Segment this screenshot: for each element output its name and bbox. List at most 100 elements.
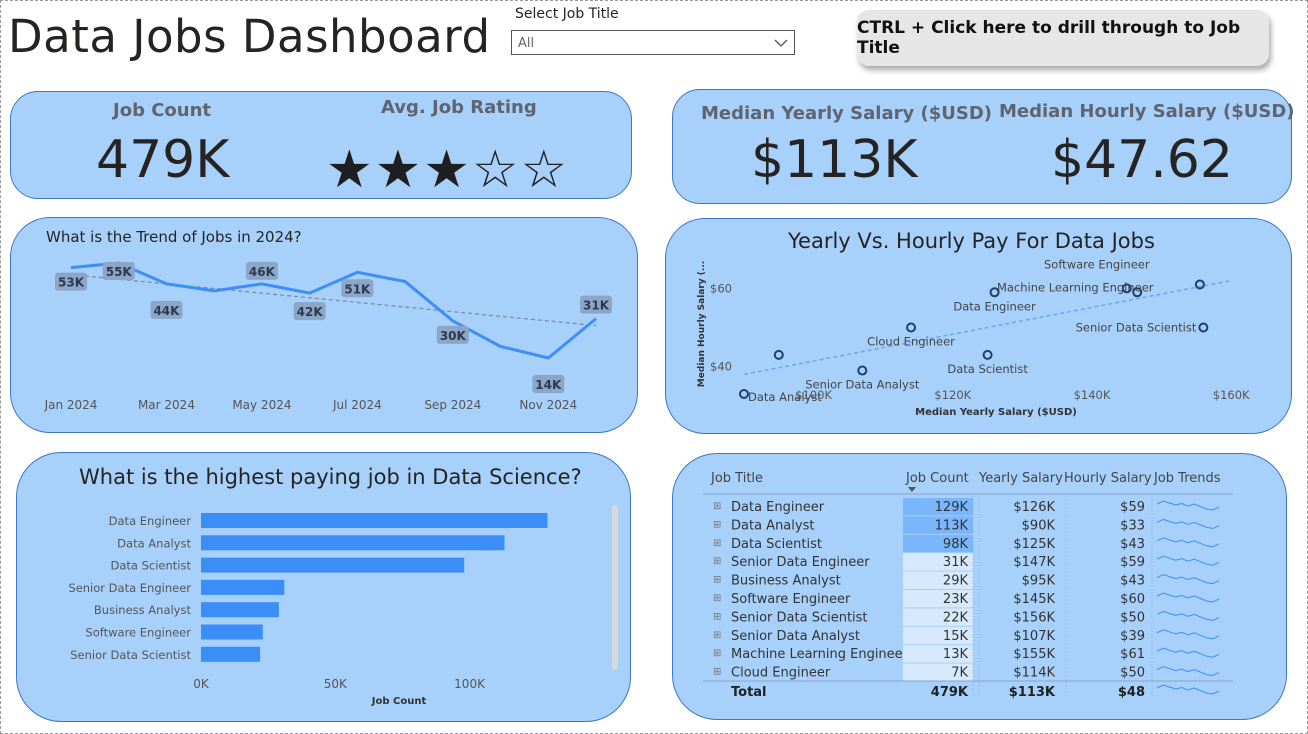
table-row: ⊞ Senior Data Scientist 22K $156K $50 xyxy=(713,608,1220,626)
filled-star-icon: ★ xyxy=(374,140,424,200)
table-row: ⊞ Data Engineer 129K $126K $59 xyxy=(713,498,1220,516)
table-cell-job-title: Data Analyst xyxy=(731,518,814,533)
expand-row-icon: ⊞ xyxy=(713,593,721,604)
table-cell-yearly-salary: $90K xyxy=(1022,518,1056,533)
data-label-text: 46K xyxy=(249,265,276,279)
bar-x-tick: 50K xyxy=(324,677,348,691)
data-label-text: 42K xyxy=(297,305,324,319)
table-cell-hourly-salary: $59 xyxy=(1120,555,1145,570)
table-cell-job-count: 13K xyxy=(943,647,969,662)
table-cell-yearly-salary: $107K xyxy=(1013,629,1055,644)
scatter-y-tick: $40 xyxy=(710,360,732,374)
table-cell-job-title: Software Engineer xyxy=(731,592,851,607)
kpi-card-jobs: Job Count 479K Avg. Job Rating ★★★☆☆ xyxy=(10,91,632,199)
bar xyxy=(201,579,285,595)
table-cell-hourly-salary: $43 xyxy=(1120,537,1145,552)
scatter-x-tick: $120K xyxy=(934,388,971,402)
empty-star-icon: ☆ xyxy=(471,140,521,200)
bar-category-label: Data Engineer xyxy=(109,514,192,528)
table-cell-hourly-salary: $61 xyxy=(1120,647,1145,662)
table-row: ⊞ Senior Data Analyst 15K $107K $39 xyxy=(713,626,1220,645)
scatter-chart-card: Yearly Vs. Hourly Pay For Data Jobs Soft… xyxy=(665,218,1292,434)
table-cell-yearly-salary: $125K xyxy=(1013,537,1055,552)
trend-line xyxy=(70,261,597,360)
table-cell-yearly-salary: $95K xyxy=(1022,574,1056,589)
job-trend-sparkline xyxy=(1156,647,1220,658)
bar-x-tick: 100K xyxy=(454,677,486,691)
scatter-point xyxy=(739,389,749,399)
median-yearly-value: $113K xyxy=(751,130,918,190)
expand-row-icon: ⊞ xyxy=(713,519,721,530)
table-cell-job-title: Cloud Engineer xyxy=(731,666,831,681)
expand-row-icon: ⊞ xyxy=(713,648,721,659)
table-total-hourly: $48 xyxy=(1118,685,1145,700)
table-cell-job-count: 113K xyxy=(935,518,969,533)
trend-data-label: 14K xyxy=(532,375,565,393)
table-cell-job-count: 29K xyxy=(943,574,969,589)
job-count-label: Job Count xyxy=(113,100,212,121)
drill-through-button[interactable]: CTRL + Click here to drill through to Jo… xyxy=(857,10,1269,66)
trend-x-tick: Mar 2024 xyxy=(138,398,195,412)
expand-row-icon: ⊞ xyxy=(713,630,721,641)
bar xyxy=(201,624,263,640)
table-cell-hourly-salary: $43 xyxy=(1120,574,1145,589)
trend-data-label: 42K xyxy=(293,302,326,321)
job-trend-sparkline xyxy=(1156,610,1220,621)
trend-data-label: 55K xyxy=(102,262,135,280)
bar-category-label: Senior Data Engineer xyxy=(68,581,191,595)
table-cell-job-title: Data Scientist xyxy=(731,537,822,552)
table-cell-yearly-salary: $126K xyxy=(1013,500,1055,515)
table-header-job-title: Job Title xyxy=(710,471,763,486)
trend-x-tick: Sep 2024 xyxy=(424,398,481,412)
table-total-count: 479K xyxy=(931,685,969,700)
trend-data-label: 51K xyxy=(341,279,374,298)
scatter-x-tick: $140K xyxy=(1074,388,1111,402)
table-cell-job-title: Data Engineer xyxy=(731,500,825,515)
bar xyxy=(201,557,465,573)
job-trend-sparkline xyxy=(1156,500,1220,511)
job-trend-sparkline xyxy=(1156,555,1220,566)
filled-star-icon: ★ xyxy=(423,140,472,200)
chevron-down-icon xyxy=(774,39,788,47)
scatter-point-label: Cloud Engineer xyxy=(867,335,955,349)
scatter-y-tick: $60 xyxy=(710,281,732,295)
scatter-chart: Software Engineer Machine Learning Engine… xyxy=(697,257,1250,418)
job-trend-sparkline xyxy=(1156,666,1220,677)
table-total-label: Total xyxy=(731,685,767,700)
scatter-point xyxy=(982,349,993,360)
drill-through-label: CTRL + Click here to drill through to Jo… xyxy=(857,18,1241,58)
scatter-point-label: Data Engineer xyxy=(953,299,1036,313)
job-table: Job Title Job Count Yearly Salary Hourly Sa… xyxy=(703,471,1233,700)
table-cell-hourly-salary: $60 xyxy=(1120,592,1145,607)
table-cell-yearly-salary: $114K xyxy=(1013,666,1055,681)
trend-x-tick: May 2024 xyxy=(232,398,291,412)
data-label-text: 51K xyxy=(344,282,371,296)
job-title-slicer[interactable]: All xyxy=(511,30,795,55)
bar-chart-scrollbar[interactable] xyxy=(612,505,618,670)
table-cell-job-title: Machine Learning Engineer xyxy=(731,647,909,662)
bar xyxy=(201,535,505,551)
median-hourly-value: $47.62 xyxy=(1051,130,1233,190)
table-cell-job-title: Senior Data Engineer xyxy=(731,555,870,570)
job-trend-sparkline xyxy=(1156,574,1220,585)
sort-desc-icon xyxy=(908,487,916,492)
expand-row-icon: ⊞ xyxy=(713,611,721,622)
scatter-y-axis-label: Median Hourly Salary (... xyxy=(697,261,707,387)
table-cell-job-title: Senior Data Analyst xyxy=(731,629,860,644)
bar-chart-card: What is the highest paying job in Data S… xyxy=(16,452,631,722)
empty-star-icon: ☆ xyxy=(520,140,570,200)
bar xyxy=(201,602,279,618)
table-cell-job-count: 22K xyxy=(943,610,969,625)
avg-rating-label: Avg. Job Rating xyxy=(381,97,537,118)
table-cell-job-count: 31K xyxy=(943,555,969,570)
bar-x-tick: 0K xyxy=(193,677,210,691)
table-cell-job-count: 23K xyxy=(943,592,969,607)
table-row: ⊞ Senior Data Engineer 31K $147K $59 xyxy=(713,553,1220,571)
scatter-point xyxy=(857,365,868,376)
bar xyxy=(201,513,548,528)
scatter-point-label: Senior Data Scientist xyxy=(1076,321,1197,335)
scatter-point xyxy=(773,349,784,360)
bar xyxy=(201,646,261,662)
median-hourly-label: Median Hourly Salary ($USD) xyxy=(999,101,1295,122)
trend-x-tick: Jul 2024 xyxy=(332,398,382,412)
